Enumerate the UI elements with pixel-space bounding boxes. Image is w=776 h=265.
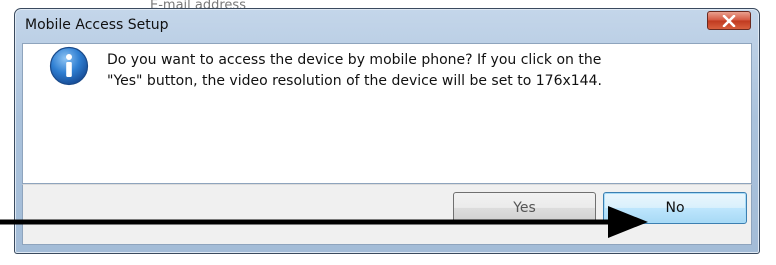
message-line-1: Do you want to access the device by mobi…	[107, 52, 602, 68]
title-bar[interactable]: Mobile Access Setup	[15, 9, 759, 41]
dialog-message: Do you want to access the device by mobi…	[107, 50, 717, 92]
arrow-right-icon	[0, 206, 648, 238]
close-icon	[722, 14, 736, 27]
close-button[interactable]	[707, 11, 751, 30]
message-line-2: "Yes" button, the video resolution of th…	[107, 73, 602, 89]
info-icon	[49, 46, 89, 86]
dialog-title: Mobile Access Setup	[25, 17, 169, 33]
